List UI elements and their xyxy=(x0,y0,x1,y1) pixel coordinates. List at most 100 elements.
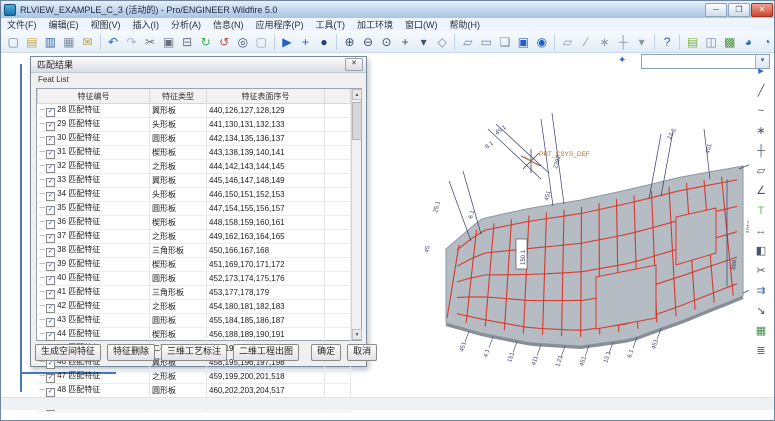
menu-item[interactable]: 编辑(E) xyxy=(43,18,85,31)
regenerate-icon[interactable]: ↻ xyxy=(196,33,215,51)
table-row[interactable]: ─✓36 匹配特征 楔形板 448,158,159,160,161 xyxy=(38,216,351,230)
sketcher-icon[interactable]: ▤ xyxy=(683,33,702,51)
output-2d-button[interactable]: 二维工程出图 xyxy=(233,344,299,361)
datum-axis-toggle-icon[interactable]: ⁄ xyxy=(577,33,596,51)
dialog-close-icon[interactable]: ✕ xyxy=(345,58,363,71)
row-checkbox[interactable]: ✓ xyxy=(46,192,55,201)
model-player-icon[interactable]: ↺ xyxy=(215,33,234,51)
menu-item[interactable]: 文件(F) xyxy=(1,18,43,31)
trim-icon[interactable]: ✂ xyxy=(750,261,772,281)
view-repaint-icon[interactable]: ▶ xyxy=(278,33,297,51)
select-box-icon[interactable]: ▢ xyxy=(252,33,271,51)
row-checkbox[interactable]: ✓ xyxy=(46,318,55,327)
zoom-in-icon[interactable]: ⊕ xyxy=(340,33,359,51)
feature-table[interactable]: 特征编号特征类型特征表面序号 ─✓28 匹配特征 翼形板 440,126,127… xyxy=(36,88,362,341)
shade-icon[interactable]: ● xyxy=(315,33,334,51)
globe-icon[interactable]: ◔ xyxy=(758,33,775,51)
find-icon[interactable]: ◎ xyxy=(234,33,253,51)
row-checkbox[interactable]: ✓ xyxy=(46,220,55,229)
annotation-toggle-icon[interactable]: ▾ xyxy=(632,33,651,51)
row-checkbox[interactable]: ✓ xyxy=(46,150,55,159)
menu-item[interactable]: 分析(A) xyxy=(165,18,207,31)
redo-icon[interactable]: ↷ xyxy=(122,33,141,51)
table-row[interactable]: ─✓48 匹配特征 圆形板 460,202,203,204,517 xyxy=(38,384,351,398)
maximize-button[interactable]: ❐ xyxy=(728,3,750,17)
offset-icon[interactable]: ⇉ xyxy=(750,281,772,301)
navigator-sash-vertical[interactable] xyxy=(20,64,22,392)
window-tile-icon[interactable]: ▱ xyxy=(458,33,477,51)
table-row[interactable]: ─✓41 匹配特征 三角形板 453,177,178,179 xyxy=(38,286,351,300)
graphics-area[interactable]: ✦ ▾ 4514.11514111.2145113.16.1451 xyxy=(1,53,775,410)
datum-plane-toggle-icon[interactable]: ▱ xyxy=(558,33,577,51)
row-checkbox[interactable]: ✓ xyxy=(46,374,55,383)
saved-orient-icon[interactable]: ◇ xyxy=(433,33,452,51)
project-icon[interactable]: ↘ xyxy=(750,301,772,321)
table-row[interactable]: ─✓33 匹配特征 翼形板 445,146,147,148,149 xyxy=(38,174,351,188)
row-checkbox[interactable]: ✓ xyxy=(46,248,55,257)
row-checkbox[interactable]: ✓ xyxy=(46,290,55,299)
layers-icon[interactable]: ≣ xyxy=(750,341,772,361)
row-checkbox[interactable]: ✓ xyxy=(46,262,55,271)
scroll-up-icon[interactable]: ▲ xyxy=(352,89,362,100)
copy-icon[interactable]: ▣ xyxy=(159,33,178,51)
row-checkbox[interactable]: ✓ xyxy=(46,206,55,215)
csys-label[interactable]: PRT_CSYS_DEF xyxy=(539,151,590,158)
line-icon[interactable]: ╱ xyxy=(750,81,772,101)
column-header[interactable]: 特征类型 xyxy=(150,89,207,104)
scroll-down-icon[interactable]: ▼ xyxy=(352,329,362,340)
column-header[interactable]: 特征表面序号 xyxy=(207,89,325,104)
menu-item[interactable]: 插入(I) xyxy=(127,18,166,31)
row-checkbox[interactable]: ✓ xyxy=(46,178,55,187)
table-row[interactable]: ─✓32 匹配特征 之形板 444,142,143,144,145 xyxy=(38,160,351,174)
row-checkbox[interactable]: ✓ xyxy=(46,304,55,313)
title-bar[interactable]: RLVIEW_EXAMPLE_C_3 (活动的) - Pro/ENGINEER … xyxy=(1,1,775,19)
row-checkbox[interactable]: ✓ xyxy=(46,332,55,341)
refit-icon[interactable]: ⊙ xyxy=(377,33,396,51)
generate-space-feature-button[interactable]: 生成空间特征 xyxy=(35,344,101,361)
row-checkbox[interactable]: ✓ xyxy=(46,276,55,285)
table-row[interactable]: ─✓44 匹配特征 楔形板 456,188,189,190,191 xyxy=(38,328,351,342)
datum-csys-toggle-icon[interactable]: ┼ xyxy=(614,33,633,51)
spline-icon[interactable]: ~ xyxy=(750,101,772,121)
table-row[interactable]: ─✓31 匹配特征 楔形板 443,138,139,140,141 xyxy=(38,146,351,160)
angle-icon[interactable]: ∠ xyxy=(750,181,772,201)
dimension-icon[interactable]: ↔ xyxy=(750,221,772,241)
paste-icon[interactable]: ⊟ xyxy=(178,33,197,51)
minimize-button[interactable]: ─ xyxy=(705,3,727,17)
named-views-icon[interactable]: ▾ xyxy=(414,33,433,51)
csys-icon[interactable]: ┼ xyxy=(750,141,772,161)
active-window-icon[interactable]: ▣ xyxy=(514,33,533,51)
table-row[interactable]: ─✓43 匹配特征 圆形板 455,184,185,186,187 xyxy=(38,314,351,328)
pattern-icon[interactable]: ▦ xyxy=(750,321,772,341)
row-checkbox[interactable]: ✓ xyxy=(46,234,55,243)
row-checkbox[interactable]: ✓ xyxy=(46,388,55,397)
menu-item[interactable]: 应用程序(P) xyxy=(250,18,310,31)
table-row[interactable]: ─✓37 匹配特征 之形板 449,162,163,164,165 xyxy=(38,230,351,244)
table-row[interactable]: ─✓39 匹配特征 楔形板 451,169,170,171,172 xyxy=(38,258,351,272)
table-row[interactable]: ─✓47 匹配特征 之形板 459,199,200,201,518 xyxy=(38,370,351,384)
spin-center-icon[interactable]: + xyxy=(296,33,315,51)
menu-item[interactable]: 帮助(H) xyxy=(444,18,487,31)
open-folder-icon[interactable]: ▤ xyxy=(23,33,42,51)
menu-item[interactable]: 加工环境 xyxy=(351,18,399,31)
table-row[interactable]: ─✓35 匹配特征 圆形板 447,154,155,156,157 xyxy=(38,202,351,216)
menu-item[interactable]: 窗口(W) xyxy=(399,18,444,31)
menu-item[interactable]: 信息(N) xyxy=(207,18,250,31)
help-icon[interactable]: ? xyxy=(658,33,677,51)
csys-marker[interactable] xyxy=(521,149,541,173)
table-row[interactable]: ─✓40 匹配特征 圆形板 452,173,174,175,176 xyxy=(38,272,351,286)
menu-item[interactable]: 工具(T) xyxy=(310,18,352,31)
table-row[interactable]: ─✓29 匹配特征 头形板 441,130,131,132,133 xyxy=(38,118,351,132)
zoom-out-icon[interactable]: ⊖ xyxy=(359,33,378,51)
scroll-thumb[interactable] xyxy=(352,102,362,140)
table-row[interactable]: ─✓30 匹配特征 圆形板 442,134,135,136,137 xyxy=(38,132,351,146)
column-header[interactable]: 特征编号 xyxy=(38,89,150,104)
datum-point-toggle-icon[interactable]: ∗ xyxy=(595,33,614,51)
undo-icon[interactable]: ↶ xyxy=(104,33,123,51)
ok-button[interactable]: 确定 xyxy=(311,344,341,361)
row-checkbox[interactable]: ✓ xyxy=(46,136,55,145)
column-header[interactable] xyxy=(325,89,351,104)
component-icon[interactable]: ◫ xyxy=(702,33,721,51)
model-viewport[interactable]: 4514.11514111.2145113.16.1451 xyxy=(371,61,749,410)
cancel-button[interactable]: 取消 xyxy=(347,344,377,361)
